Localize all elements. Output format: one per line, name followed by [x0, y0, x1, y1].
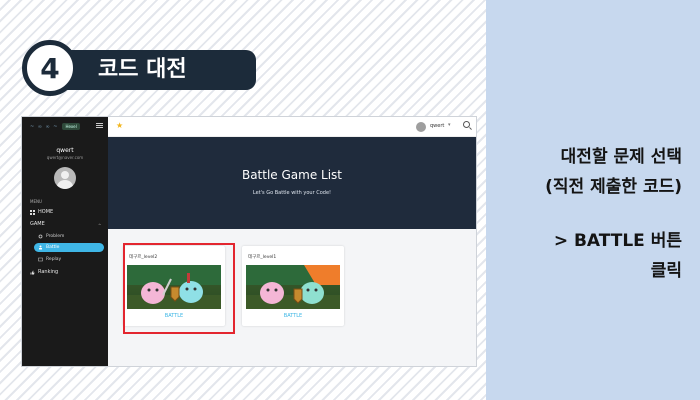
topbar-username[interactable]: qwert [430, 123, 444, 129]
topbar-avatar[interactable] [416, 122, 426, 132]
sidebar-item-replay[interactable]: Replay [38, 257, 61, 262]
thumbs-up-icon [30, 270, 35, 274]
instruction-line-2: (직전 제출한 코드) [545, 177, 682, 197]
app-logo[interactable]: ~ ∞ ∞ ~ [30, 124, 58, 130]
sidebar-item-ranking-label: Ranking [38, 269, 59, 275]
grid-icon [30, 209, 35, 215]
sidebar-item-battle[interactable]: Battle [38, 245, 59, 250]
page-subtitle: Let's Go Battle with your Code! [252, 190, 332, 196]
sidebar: ~ ∞ ∞ ~ Hexel qwert qwert@naver.com MENU… [22, 117, 108, 366]
sidebar-email: qwert@naver.com [46, 155, 84, 160]
sidebar-item-problem-label: Problem [46, 234, 65, 239]
sidebar-header: ~ ∞ ∞ ~ Hexel [30, 123, 80, 130]
game-card-image [246, 265, 340, 309]
person-icon [39, 245, 42, 250]
sidebar-item-home[interactable]: HOME [30, 209, 53, 215]
instruction-panel: 대전할 문제 선택 (직전 제출한 코드) > BATTLE 버튼 클릭 [486, 0, 700, 400]
instruction-line-1: 대전할 문제 선택 [560, 147, 682, 167]
chevron-down-icon[interactable]: ▾ [448, 122, 451, 128]
chevron-up-icon[interactable]: ^ [98, 223, 101, 228]
menu-section-label: MENU [30, 199, 42, 204]
sidebar-item-battle-label: Battle [46, 245, 60, 250]
sidebar-item-home-label: HOME [38, 209, 54, 215]
game-card[interactable]: 데구르_level1 BATTLE [242, 246, 344, 326]
top-bar: ★ qwert ▾ [108, 117, 476, 137]
sidebar-item-ranking[interactable]: Ranking [30, 269, 58, 275]
step-title: 코드 대전 [98, 57, 187, 82]
sidebar-item-game-label: GAME [30, 221, 45, 227]
app-badge: Hexel [62, 123, 80, 130]
sidebar-item-replay-label: Replay [46, 257, 62, 262]
search-icon[interactable] [463, 121, 470, 128]
step-number-badge: 4 [22, 40, 78, 96]
sidebar-item-game[interactable]: GAME [30, 221, 45, 227]
sidebar-item-problem[interactable]: Problem [38, 234, 64, 239]
selection-highlight [123, 243, 235, 334]
instruction-line-4: 클릭 [650, 261, 682, 281]
avatar[interactable] [54, 167, 76, 189]
hamburger-menu-icon[interactable] [96, 123, 103, 128]
sidebar-username: qwert [56, 147, 74, 154]
page-title: Battle Game List [241, 168, 343, 182]
gear-icon [38, 234, 43, 239]
game-card-title: 데구르_level1 [248, 255, 277, 260]
hero-banner: Battle Game List Let's Go Battle with yo… [108, 137, 476, 229]
battle-illustration [246, 265, 340, 309]
star-icon[interactable]: ★ [116, 121, 123, 130]
replay-icon [38, 257, 43, 262]
instruction-line-3: > BATTLE 버튼 [553, 231, 682, 251]
app-screenshot: ~ ∞ ∞ ~ Hexel qwert qwert@naver.com MENU… [22, 117, 476, 366]
battle-button[interactable]: BATTLE [242, 313, 344, 319]
